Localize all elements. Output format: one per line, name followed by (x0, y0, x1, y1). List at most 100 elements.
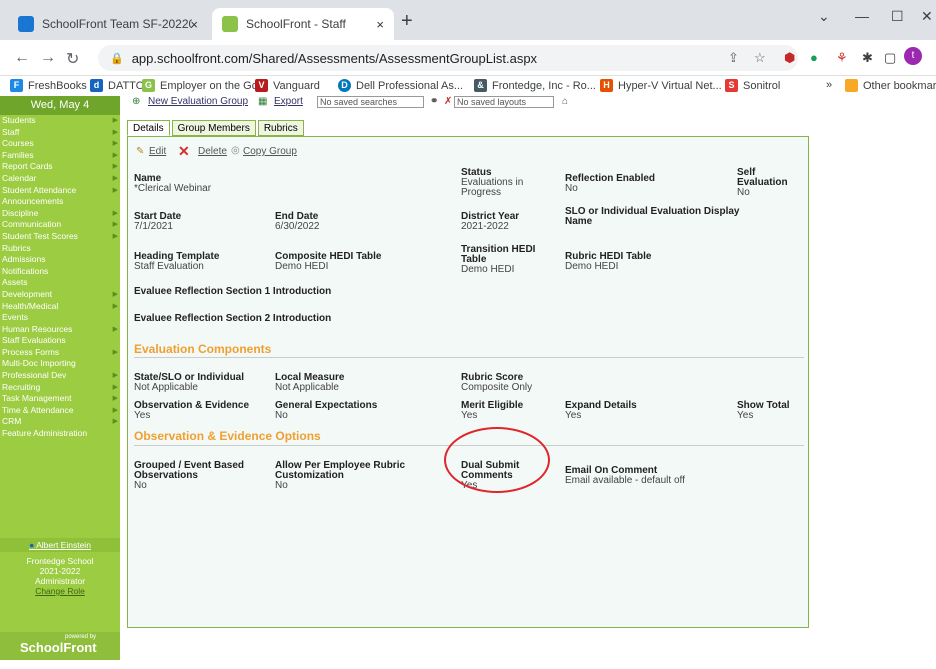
school-name: Frontedge School (26, 556, 94, 566)
clear-search-icon[interactable]: ✗ (444, 96, 452, 107)
sidebar-item-professional-dev[interactable]: Professional Dev ▶ (0, 370, 120, 382)
sidebar-item-staff-evaluations[interactable]: Staff Evaluations (0, 335, 120, 347)
bookmark-other[interactable]: Other bookmarks (845, 79, 936, 92)
close-tab-icon[interactable]: × (376, 17, 384, 32)
share-icon[interactable]: ⇪ (728, 50, 739, 66)
export-link[interactable]: Export (274, 96, 303, 107)
start-date-value: 7/1/2021 (134, 221, 173, 232)
expand-details-value: Yes (565, 410, 582, 421)
sidebar-item-rubrics[interactable]: Rubrics (0, 243, 120, 255)
extensions-icon[interactable]: ✱ (862, 50, 873, 66)
bookmark-hyperv[interactable]: H Hyper-V Virtual Net... (600, 79, 722, 92)
sidebar-item-discipline[interactable]: Discipline ▶ (0, 208, 120, 220)
sidebar-item-recruiting[interactable]: Recruiting ▶ (0, 382, 120, 394)
sidebar-item-notifications[interactable]: Notifications (0, 266, 120, 278)
user-link[interactable]: ● Albert Einstein (0, 538, 120, 552)
sidebar-item-label: Recruiting (2, 381, 41, 392)
tab-details[interactable]: Details (127, 120, 170, 136)
reflection-enabled-label: Reflection Enabled (565, 173, 656, 184)
copy-group-link[interactable]: Copy Group (243, 146, 297, 157)
close-window-icon[interactable]: ✕ (921, 8, 933, 25)
bookmark-vanguard[interactable]: V Vanguard (255, 79, 320, 92)
bookmark-employer[interactable]: G Employer on the Go (142, 79, 258, 92)
bookmark-freshbooks[interactable]: F FreshBooks (10, 79, 87, 92)
tab-search-icon[interactable]: ⌄ (818, 8, 830, 25)
sidebar-item-students[interactable]: Students ▶ (0, 115, 120, 127)
sidebar-item-label: Communication (2, 219, 62, 230)
sidebar-item-crm[interactable]: CRM ▶ (0, 416, 120, 428)
bookmark-star-icon[interactable]: ☆ (754, 50, 766, 66)
grammarly-icon[interactable]: ● (810, 50, 818, 65)
trash-icon[interactable]: ⌂ (562, 96, 568, 107)
bookmark-dell[interactable]: D Dell Professional As... (338, 79, 463, 92)
sidebar-item-student-attendance[interactable]: Student Attendance ▶ (0, 185, 120, 197)
sidebar-item-feature-administration[interactable]: Feature Administration (0, 428, 120, 440)
bookmark-label: Other bookmarks (863, 79, 936, 92)
sidebar-item-staff[interactable]: Staff ▶ (0, 127, 120, 139)
address-bar[interactable]: 🔒 app.schoolfront.com/Shared/Assessments… (98, 45, 798, 71)
bookmark-datto[interactable]: d DATTO (90, 79, 144, 92)
transition-hedi-value: Demo HEDI (461, 264, 515, 275)
highlight-circle (444, 427, 550, 493)
chevron-right-icon: ▶ (112, 221, 118, 229)
bookmark-frontedge[interactable]: & Frontedge, Inc - Ro... (474, 79, 596, 92)
bookmark-label: Hyper-V Virtual Net... (618, 79, 722, 92)
saved-layouts-select[interactable]: No saved layouts (454, 96, 554, 108)
binoculars-icon[interactable]: ⚭ (430, 96, 438, 107)
profile-avatar[interactable]: t (904, 47, 922, 65)
browser-tab-title: SchoolFront Team SF-20220513 (42, 17, 192, 31)
delete-link[interactable]: Delete (198, 146, 227, 157)
sidebar-item-student-test-scores[interactable]: Student Test Scores ▶ (0, 231, 120, 243)
side-panel-icon[interactable]: ▢ (884, 50, 896, 66)
back-icon[interactable]: ← (14, 49, 30, 67)
datto-icon: d (90, 79, 103, 92)
excel-icon: ▦ (258, 96, 268, 107)
sidebar-item-process-forms[interactable]: Process Forms ▶ (0, 347, 120, 359)
sidebar-item-time-attendance[interactable]: Time & Attendance ▶ (0, 405, 120, 417)
acrobat-icon[interactable]: ⚘ (836, 50, 848, 66)
ublock-icon[interactable]: ⬢ (784, 50, 795, 66)
bookmark-label: Frontedge, Inc - Ro... (492, 79, 596, 92)
sidebar-item-families[interactable]: Families ▶ (0, 150, 120, 162)
forward-icon[interactable]: → (40, 49, 56, 67)
sidebar-item-label: Human Resources (2, 323, 73, 334)
school-year: 2021-2022 (39, 566, 81, 576)
sidebar-item-multi-doc-importing[interactable]: Multi-Doc Importing (0, 358, 120, 370)
minimize-icon[interactable]: — (855, 8, 869, 24)
new-evaluation-group-link[interactable]: New Evaluation Group (148, 96, 248, 107)
sidebar-item-events[interactable]: Events (0, 312, 120, 324)
reload-icon[interactable]: ↻ (66, 49, 79, 69)
employer-icon: G (142, 79, 155, 92)
sidebar-item-announcements[interactable]: Announcements (0, 196, 120, 208)
tab-rubrics[interactable]: Rubrics (257, 120, 304, 136)
chevron-right-icon: ▶ (112, 302, 118, 310)
sidebar-item-admissions[interactable]: Admissions (0, 254, 120, 266)
maximize-icon[interactable]: ☐ (891, 8, 904, 25)
change-role-link[interactable]: Change Role (0, 586, 120, 596)
bookmarks-overflow-button[interactable]: » (826, 79, 832, 91)
url-text: app.schoolfront.com/Shared/Assessments/A… (131, 50, 538, 66)
sidebar-item-health-medical[interactable]: Health/Medical ▶ (0, 301, 120, 313)
bookmark-sonitrol[interactable]: S Sonitrol (725, 79, 780, 92)
chevron-right-icon: ▶ (112, 186, 118, 194)
chevron-right-icon: ▶ (112, 406, 118, 414)
observation-evidence-value: Yes (134, 410, 151, 421)
sidebar-item-calendar[interactable]: Calendar ▶ (0, 173, 120, 185)
new-tab-button[interactable]: + (401, 10, 413, 33)
sidebar-item-assets[interactable]: Assets (0, 277, 120, 289)
sidebar-item-courses[interactable]: Courses ▶ (0, 138, 120, 150)
sidebar-item-report-cards[interactable]: Report Cards ▶ (0, 161, 120, 173)
sidebar-item-task-management[interactable]: Task Management ▶ (0, 393, 120, 405)
tab-group-members[interactable]: Group Members (171, 120, 256, 136)
browser-tab-team[interactable]: SchoolFront Team SF-20220513 × (8, 8, 208, 40)
edit-link[interactable]: Edit (149, 146, 166, 157)
sidebar-item-communication[interactable]: Communication ▶ (0, 219, 120, 231)
close-tab-icon[interactable]: × (190, 17, 198, 32)
divider (134, 357, 804, 358)
sidebar-item-label: Multi-Doc Importing (2, 358, 76, 369)
heading-template-value: Staff Evaluation (134, 261, 204, 272)
sidebar-item-development[interactable]: Development ▶ (0, 289, 120, 301)
browser-tab-staff[interactable]: SchoolFront - Staff × (212, 8, 394, 40)
saved-searches-select[interactable]: No saved searches (317, 96, 424, 108)
sidebar-item-human-resources[interactable]: Human Resources ▶ (0, 324, 120, 336)
